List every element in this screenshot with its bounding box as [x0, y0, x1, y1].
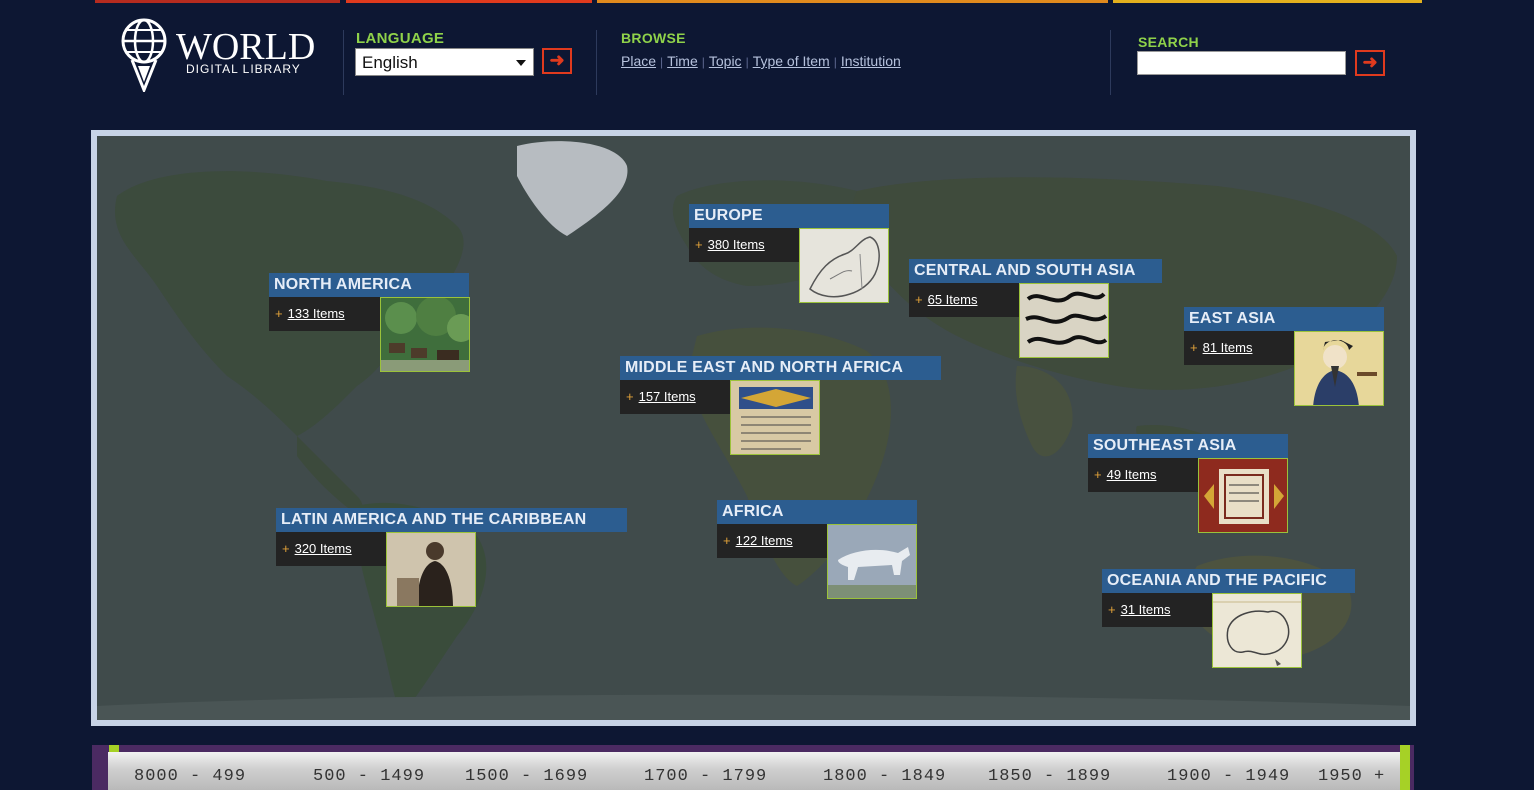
arrow-right-icon: ➜: [1362, 52, 1378, 72]
australia-map-thumbnail[interactable]: [1212, 593, 1302, 668]
header-divider-3: [1110, 30, 1111, 95]
plus-icon: +: [695, 237, 703, 252]
calligraphy-thumbnail[interactable]: [1019, 283, 1109, 358]
timeline-right-handle[interactable]: [1400, 745, 1410, 790]
separator: |: [701, 55, 705, 69]
plus-icon: +: [1108, 602, 1116, 617]
timeline-period[interactable]: 1850 - 1899: [988, 767, 1111, 786]
logo-subtitle: DIGITAL LIBRARY: [186, 62, 301, 76]
browse-label: BROWSE: [621, 30, 686, 46]
timeline-period[interactable]: 1900 - 1949: [1167, 767, 1290, 786]
region-items-link[interactable]: 320 Items: [295, 541, 352, 556]
region-title[interactable]: MIDDLE EAST AND NORTH AFRICA: [620, 356, 941, 380]
manuscript-thumbnail[interactable]: [730, 380, 820, 455]
plus-icon: +: [723, 533, 731, 548]
region-items-link[interactable]: 133 Items: [288, 306, 345, 321]
timeline-period[interactable]: 1500 - 1699: [465, 767, 588, 786]
region-items: +81 Items: [1184, 331, 1296, 365]
world-map-frame: NORTH AMERICA +133 Items EUROPE +380 Ite…: [91, 130, 1416, 726]
browse-link-time[interactable]: Time: [667, 53, 698, 69]
plus-icon: +: [275, 306, 283, 321]
ornament-manuscript-thumbnail[interactable]: [1198, 458, 1288, 533]
rock-art-thumbnail[interactable]: [827, 524, 917, 599]
region-items: +157 Items: [620, 380, 732, 414]
timeline-period[interactable]: 1950 +: [1318, 767, 1385, 786]
plus-icon: +: [282, 541, 290, 556]
browse-link-topic[interactable]: Topic: [709, 53, 742, 69]
region-title[interactable]: NORTH AMERICA: [269, 273, 469, 297]
region-items-link[interactable]: 81 Items: [1203, 340, 1253, 355]
region-items: +380 Items: [689, 228, 801, 262]
chevron-down-icon: [516, 60, 526, 66]
timeline-bar[interactable]: 8000 - 499 500 - 1499 1500 - 1699 1700 -…: [108, 752, 1400, 790]
browse-link-institution[interactable]: Institution: [841, 53, 901, 69]
region-items-link[interactable]: 65 Items: [928, 292, 978, 307]
region-items: +31 Items: [1102, 593, 1214, 627]
region-items: +49 Items: [1088, 458, 1200, 492]
search-go-button[interactable]: ➜: [1355, 50, 1385, 76]
region-items: +65 Items: [909, 283, 1021, 317]
world-map[interactable]: NORTH AMERICA +133 Items EUROPE +380 Ite…: [97, 136, 1410, 720]
timeline-period[interactable]: 1700 - 1799: [644, 767, 767, 786]
header-divider-2: [596, 30, 597, 95]
globe-logo-icon: [121, 18, 167, 92]
language-label: LANGUAGE: [356, 30, 445, 47]
search-input[interactable]: [1137, 51, 1346, 75]
top-strip-yellow: [1113, 0, 1422, 3]
timeline-period[interactable]: 1800 - 1849: [823, 767, 946, 786]
region-title[interactable]: AFRICA: [717, 500, 917, 524]
timeline-period[interactable]: 500 - 1499: [313, 767, 425, 786]
region-items-link[interactable]: 122 Items: [736, 533, 793, 548]
separator: |: [660, 55, 664, 69]
plus-icon: +: [1094, 467, 1102, 482]
portrait-painting-thumbnail[interactable]: [1294, 331, 1384, 406]
separator: |: [833, 55, 837, 69]
woman-photo-thumbnail[interactable]: [386, 532, 476, 607]
region-title[interactable]: EUROPE: [689, 204, 889, 228]
plus-icon: +: [626, 389, 634, 404]
region-title[interactable]: CENTRAL AND SOUTH ASIA: [909, 259, 1162, 283]
region-items: +122 Items: [717, 524, 829, 558]
region-items: +133 Items: [269, 297, 381, 331]
region-title[interactable]: SOUTHEAST ASIA: [1088, 434, 1288, 458]
arrow-right-icon: ➜: [549, 50, 565, 70]
region-items-link[interactable]: 49 Items: [1107, 467, 1157, 482]
region-items: +320 Items: [276, 532, 388, 566]
plus-icon: +: [1190, 340, 1198, 355]
language-select[interactable]: English: [355, 48, 534, 76]
logo-word: WORLD: [176, 26, 316, 68]
browse-link-type-of-item[interactable]: Type of Item: [753, 53, 830, 69]
region-items-link[interactable]: 31 Items: [1121, 602, 1171, 617]
region-title[interactable]: LATIN AMERICA AND THE CARIBBEAN: [276, 508, 627, 532]
timeline-period[interactable]: 8000 - 499: [134, 767, 246, 786]
header-divider-1: [343, 30, 344, 95]
plus-icon: +: [915, 292, 923, 307]
region-items-link[interactable]: 157 Items: [639, 389, 696, 404]
top-strip-red-1: [95, 0, 340, 3]
region-items-link[interactable]: 380 Items: [708, 237, 765, 252]
separator: |: [745, 55, 749, 69]
site-logo[interactable]: WORLD DIGITAL LIBRARY: [118, 16, 318, 94]
browse-link-place[interactable]: Place: [621, 53, 656, 69]
timeline: 8000 - 499 500 - 1499 1500 - 1699 1700 -…: [92, 745, 1414, 790]
forest-village-thumbnail[interactable]: [380, 297, 470, 372]
region-title[interactable]: EAST ASIA: [1184, 307, 1384, 331]
language-selected-value: English: [362, 53, 418, 72]
region-title[interactable]: OCEANIA AND THE PACIFIC: [1102, 569, 1355, 593]
top-strip-orange: [597, 0, 1108, 3]
language-go-button[interactable]: ➜: [542, 48, 572, 74]
search-label: SEARCH: [1138, 34, 1199, 50]
europe-map-thumbnail[interactable]: [799, 228, 889, 303]
top-strip-red-2: [346, 0, 592, 3]
browse-links: Place | Time | Topic | Type of Item | Institutio…: [621, 53, 901, 69]
